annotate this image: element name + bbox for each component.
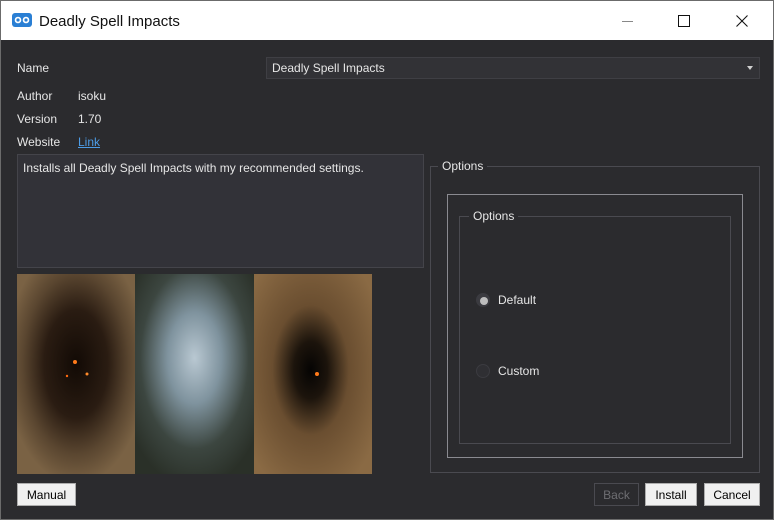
window-title: Deadly Spell Impacts: [39, 13, 180, 30]
installer-window: Deadly Spell Impacts Name Deadly Spell I…: [0, 0, 774, 520]
description-text: Installs all Deadly Spell Impacts with m…: [23, 161, 364, 175]
preview-image: [17, 274, 372, 474]
name-label: Name: [17, 61, 50, 75]
options-group-outer-title: Options: [438, 159, 488, 173]
minimize-icon: [622, 20, 633, 22]
version-value: 1.70: [78, 112, 102, 126]
maximize-icon: [678, 14, 690, 27]
install-button[interactable]: Install: [645, 483, 697, 506]
options-group-inner: [459, 216, 731, 444]
author-value: isoku: [78, 89, 107, 103]
maximize-button[interactable]: [661, 1, 707, 40]
close-button[interactable]: [719, 1, 765, 40]
radio-custom[interactable]: [476, 364, 490, 378]
author-label: Author: [17, 89, 53, 103]
website-link[interactable]: Link: [78, 135, 100, 149]
cancel-button[interactable]: Cancel: [704, 483, 760, 506]
option-custom[interactable]: Custom: [476, 363, 539, 379]
option-default-label: Default: [498, 293, 537, 307]
back-button[interactable]: Back: [594, 483, 639, 506]
name-dropdown[interactable]: Deadly Spell Impacts: [266, 57, 760, 79]
close-icon: [736, 14, 748, 27]
option-custom-label: Custom: [498, 364, 540, 378]
website-label: Website: [17, 135, 61, 149]
title-bar[interactable]: Deadly Spell Impacts: [1, 1, 773, 40]
options-group-inner-title: Options: [469, 209, 519, 223]
content-area: Name Deadly Spell Impacts Author isoku V…: [1, 40, 773, 519]
app-logo-icon: [12, 13, 32, 27]
version-label: Version: [17, 112, 58, 126]
radio-default[interactable]: [476, 293, 490, 307]
minimize-button[interactable]: [605, 1, 651, 40]
description-box[interactable]: Installs all Deadly Spell Impacts with m…: [17, 154, 424, 268]
chevron-down-icon: [747, 66, 753, 70]
manual-button[interactable]: Manual: [17, 483, 76, 506]
option-default[interactable]: Default: [476, 292, 536, 308]
name-dropdown-value: Deadly Spell Impacts: [272, 61, 385, 75]
